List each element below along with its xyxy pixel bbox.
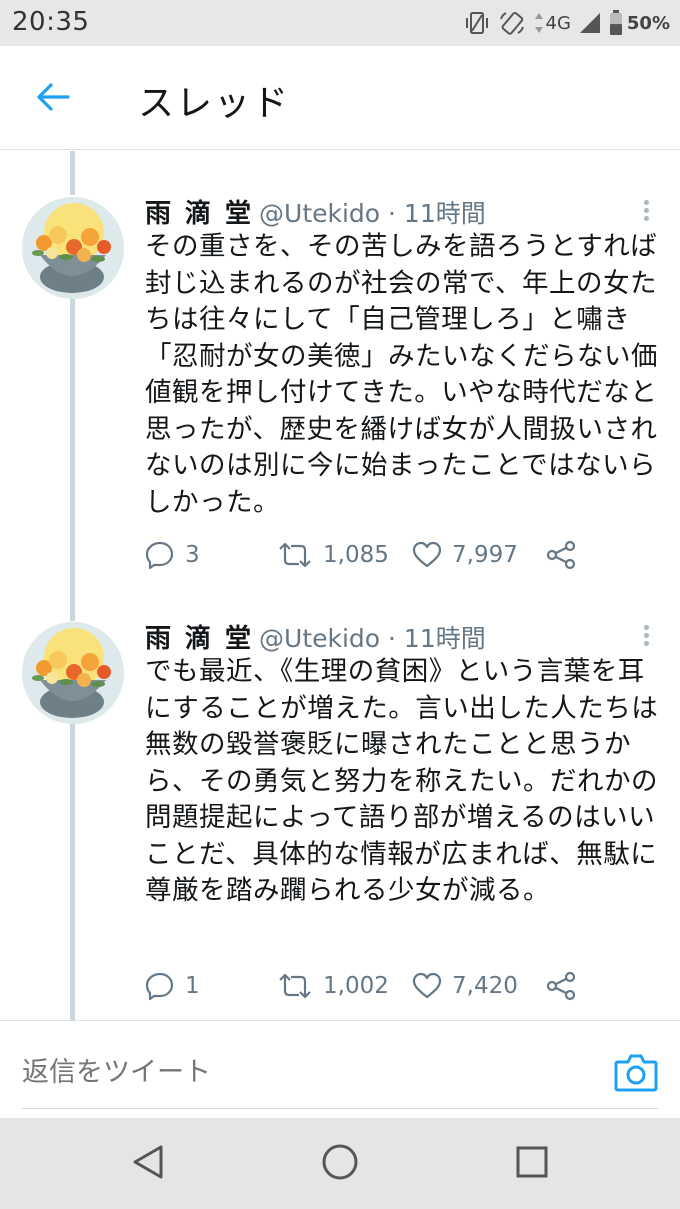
share-button[interactable] <box>545 966 577 1006</box>
reply-icon <box>145 540 175 570</box>
network-type: 4G <box>545 12 571 34</box>
avatar[interactable] <box>22 622 124 724</box>
vibrate-icon <box>464 10 490 36</box>
heart-icon <box>412 972 442 1000</box>
nav-home-button[interactable] <box>316 1140 364 1188</box>
like-button[interactable]: 7,997 <box>412 535 518 575</box>
more-dots-icon <box>643 200 649 205</box>
more-dots-icon <box>643 625 649 630</box>
battery-percent: 50% <box>626 12 670 34</box>
reply-icon <box>145 971 175 1001</box>
retweet-count: 1,085 <box>323 542 389 568</box>
thread-line-top <box>70 151 75 195</box>
tweet[interactable]: 雨滴堂 @Utekido · 11時間 その重さを、その苦しみを語ろうとすれば封… <box>0 193 680 618</box>
like-count: 7,420 <box>452 973 518 999</box>
system-nav-bar <box>0 1118 680 1209</box>
share-icon <box>545 971 577 1001</box>
retweet-button[interactable]: 1,085 <box>277 535 389 575</box>
display-name[interactable]: 雨滴堂 <box>145 618 265 655</box>
back-arrow-icon <box>36 83 70 115</box>
retweet-button[interactable]: 1,002 <box>277 966 389 1006</box>
like-button[interactable]: 7,420 <box>412 966 518 1006</box>
reply-underline <box>22 1108 658 1109</box>
more-menu-button[interactable] <box>636 622 656 652</box>
share-button[interactable] <box>545 535 577 575</box>
reply-button[interactable]: 3 <box>145 535 200 575</box>
battery-icon <box>609 10 623 36</box>
handle-time: @Utekido · 11時間 <box>259 624 486 653</box>
reply-bar <box>0 1022 680 1118</box>
tweet-actions: 1 1,002 7,420 <box>145 966 595 1006</box>
retweet-count: 1,002 <box>323 973 389 999</box>
handle-time: @Utekido · 11時間 <box>259 199 486 228</box>
more-menu-button[interactable] <box>636 197 656 227</box>
thread: 雨滴堂 @Utekido · 11時間 その重さを、その苦しみを語ろうとすれば封… <box>0 151 680 1021</box>
tweet-text: でも最近、《生理の貧困》という言葉を耳にすることが増えた。言い出した人たちは無数… <box>145 656 659 906</box>
nav-back-icon <box>131 1144 165 1184</box>
nav-recents-icon <box>515 1145 549 1183</box>
camera-button[interactable] <box>614 1052 658 1094</box>
like-count: 7,997 <box>452 542 518 568</box>
reply-button[interactable]: 1 <box>145 966 200 1006</box>
back-button[interactable] <box>26 72 80 126</box>
status-icons: 4G 50% <box>464 8 670 38</box>
battery-indicator: 50% <box>609 10 670 36</box>
reply-count: 1 <box>185 973 200 999</box>
camera-icon <box>614 1054 658 1096</box>
data-arrows-icon <box>534 12 544 34</box>
status-time: 20:35 <box>12 7 90 37</box>
retweet-icon <box>277 540 313 570</box>
display-name[interactable]: 雨滴堂 <box>145 193 265 230</box>
signal-icon <box>579 12 601 34</box>
avatar[interactable] <box>22 197 124 299</box>
app-header: スレッド <box>0 46 680 150</box>
reply-count: 3 <box>185 542 200 568</box>
status-bar: 20:35 4G 50% <box>0 0 680 46</box>
page-title: スレッド <box>138 83 291 124</box>
nav-back-button[interactable] <box>124 1140 172 1188</box>
rotate-icon <box>498 10 526 36</box>
nav-home-icon <box>321 1143 359 1185</box>
heart-icon <box>412 541 442 569</box>
tweet[interactable]: 雨滴堂 @Utekido · 11時間 でも最近、《生理の貧困》という言葉を耳に… <box>0 618 680 1018</box>
share-icon <box>545 540 577 570</box>
nav-recents-button[interactable] <box>508 1140 556 1188</box>
tweet-header: 雨滴堂 @Utekido · 11時間 <box>145 193 486 233</box>
tweet-actions: 3 1,085 7,997 <box>145 535 595 575</box>
reply-input[interactable] <box>22 1050 582 1094</box>
retweet-icon <box>277 971 313 1001</box>
tweet-header: 雨滴堂 @Utekido · 11時間 <box>145 618 486 658</box>
tweet-text: その重さを、その苦しみを語ろうとすれば封じ込まれるのが社会の常で、年上の女たちは… <box>145 231 658 518</box>
